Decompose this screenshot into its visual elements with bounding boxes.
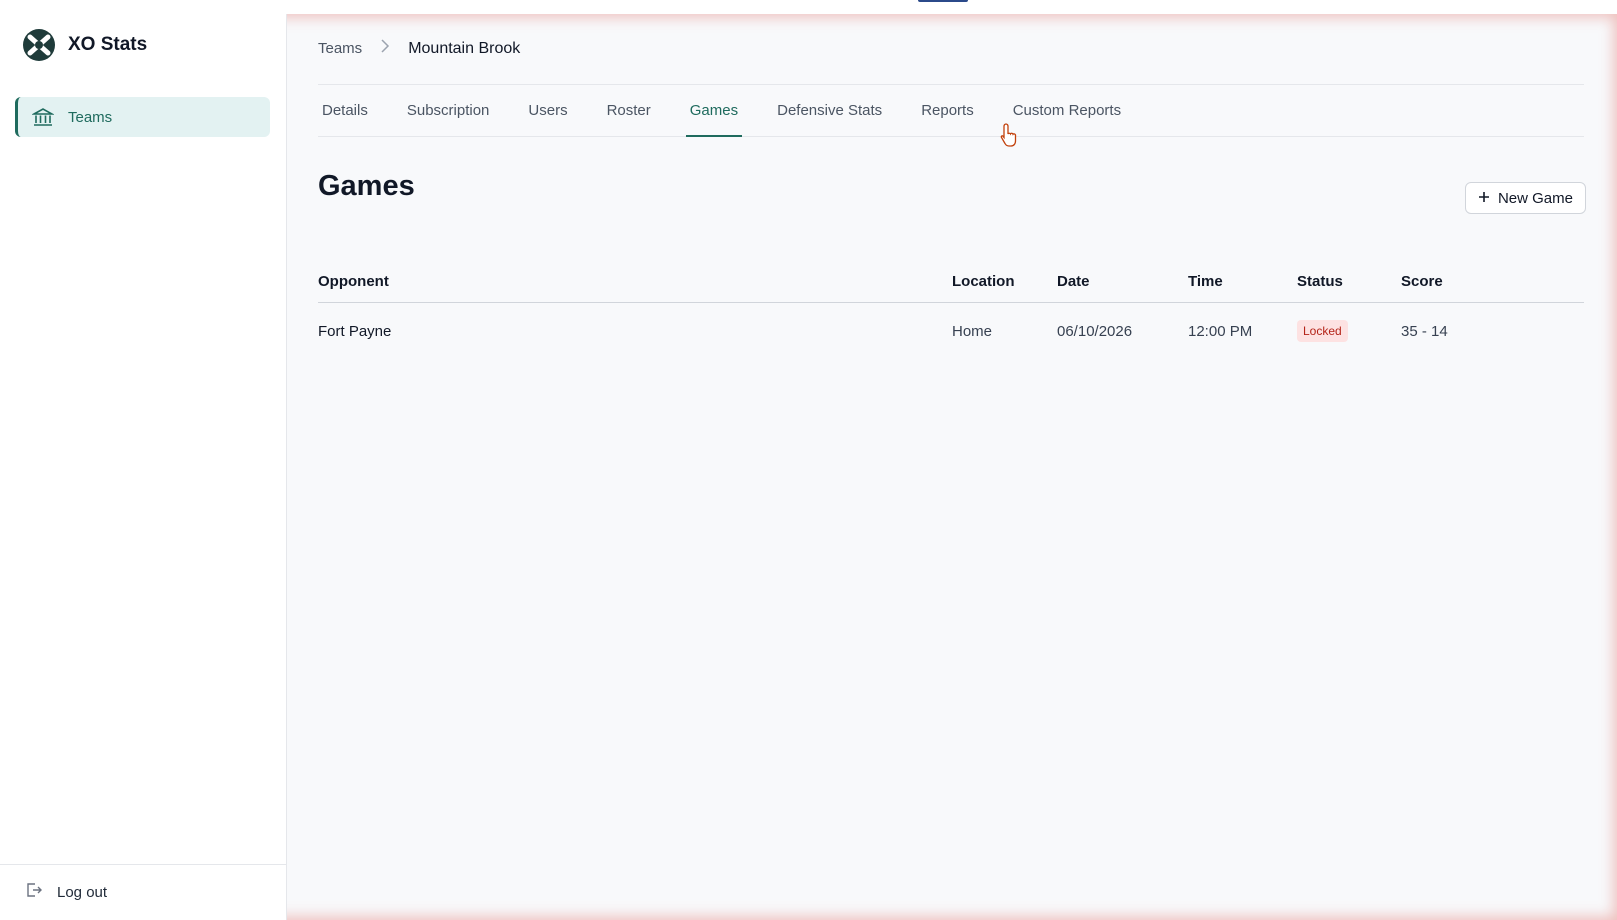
cell-time: 12:00 PM (1188, 322, 1253, 340)
cell-score: 35 - 14 (1401, 322, 1448, 340)
header-time[interactable]: Time (1188, 273, 1297, 290)
tab-reports[interactable]: Reports (917, 84, 978, 136)
tab-defensive-stats[interactable]: Defensive Stats (773, 84, 886, 136)
app-window: XO Stats Teams Log out Teams Mountain Br… (0, 14, 1617, 920)
tab-games[interactable]: Games (685, 84, 743, 137)
tab-roster[interactable]: Roster (603, 84, 655, 136)
status-badge: Locked (1297, 320, 1348, 342)
tab-subscription[interactable]: Subscription (403, 84, 494, 136)
header-date[interactable]: Date (1057, 273, 1188, 290)
main-content: Teams Mountain Brook Details Subscriptio… (287, 14, 1617, 920)
tab-details[interactable]: Details (318, 84, 372, 136)
table-header: Opponent Location Date Time Status Score (318, 261, 1584, 303)
logout-icon (25, 881, 43, 904)
xo-logo-icon (23, 29, 55, 61)
header-location[interactable]: Location (952, 273, 1057, 290)
logout-label: Log out (57, 884, 108, 901)
header-opponent[interactable]: Opponent (318, 273, 952, 290)
table-row[interactable]: Fort Payne Home 06/10/2026 12:00 PM Lock… (318, 303, 1584, 359)
games-table: Opponent Location Date Time Status Score… (318, 261, 1584, 359)
breadcrumb-current: Mountain Brook (408, 39, 521, 57)
tab-bar: Details Subscription Users Roster Games … (318, 84, 1584, 137)
sidebar: XO Stats Teams Log out (0, 14, 287, 920)
cell-date: 06/10/2026 (1057, 322, 1133, 340)
new-game-label: New Game (1497, 189, 1573, 207)
header-status[interactable]: Status (1297, 273, 1401, 290)
bank-icon (32, 106, 54, 128)
sidebar-item-teams[interactable]: Teams (15, 97, 270, 137)
logout-button[interactable]: Log out (0, 864, 286, 920)
window-top-indicator (918, 0, 968, 2)
cell-status: Locked (1297, 320, 1401, 342)
cell-opponent[interactable]: Fort Payne (318, 323, 952, 340)
new-game-button[interactable]: New Game (1464, 182, 1586, 214)
tab-custom-reports[interactable]: Custom Reports (1009, 84, 1125, 136)
page-title: Games (318, 170, 415, 202)
breadcrumb-teams-link[interactable]: Teams (318, 40, 362, 57)
plus-icon (1478, 190, 1490, 207)
tab-users[interactable]: Users (524, 84, 571, 136)
chevron-right-icon (380, 39, 390, 58)
app-name: XO Stats (68, 34, 148, 55)
brand[interactable]: XO Stats (22, 28, 147, 62)
header-score[interactable]: Score (1401, 273, 1584, 290)
breadcrumb: Teams Mountain Brook (318, 39, 520, 58)
cell-location: Home (952, 322, 993, 340)
sidebar-item-label: Teams (68, 108, 113, 126)
